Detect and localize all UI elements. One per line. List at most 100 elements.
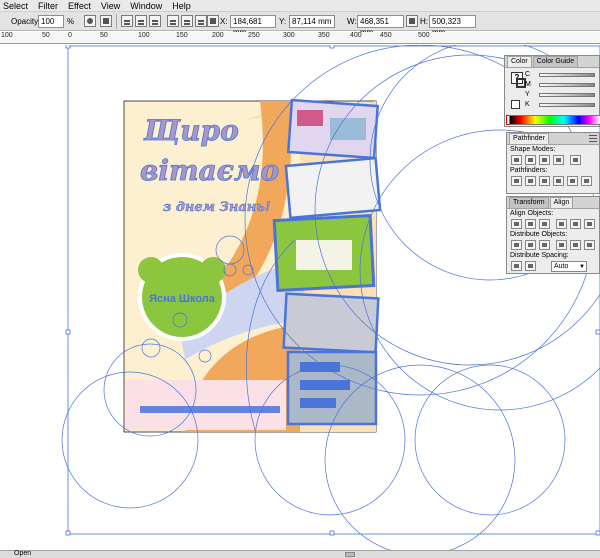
pathfinders-label: Pathfinders: [510, 167, 548, 174]
v-dist-top-icon[interactable] [511, 240, 522, 250]
default-colors-icon[interactable] [511, 100, 520, 109]
align-middle-icon[interactable] [181, 15, 193, 27]
handle-middle-left[interactable] [65, 329, 71, 335]
handle-top-center[interactable] [329, 45, 335, 49]
handle-top-left[interactable] [65, 45, 71, 49]
scrollbar-thumb[interactable] [345, 552, 355, 557]
x-label: X: [220, 17, 228, 26]
tab-pathfinder[interactable]: Pathfinder [509, 133, 549, 144]
h-label: H: [420, 17, 428, 26]
channel-y-slider[interactable] [539, 93, 595, 97]
v-dist-bottom-icon[interactable] [539, 240, 550, 250]
spacing-dropdown[interactable]: Auto ▼ [551, 260, 587, 272]
h-dist-center-icon[interactable] [570, 240, 581, 250]
v-align-bottom-icon[interactable] [584, 219, 595, 229]
tab-align[interactable]: Align [549, 197, 574, 208]
y-field[interactable]: 87,114 mm [289, 15, 335, 28]
x-field[interactable]: 184,681 mm [230, 15, 276, 37]
exclude-icon[interactable] [553, 155, 564, 165]
ruler-label: 150 [176, 32, 188, 39]
headline-line2[interactable]: вітаємо [140, 154, 280, 188]
merge-icon[interactable] [539, 176, 550, 186]
v-dist-space-icon[interactable] [511, 261, 522, 271]
v-dist-center-icon[interactable] [525, 240, 536, 250]
pathfinder-panel-tabs: Pathfinder [507, 133, 599, 145]
expand-icon[interactable] [570, 155, 581, 165]
h-align-right-icon[interactable] [539, 219, 550, 229]
outline-icon[interactable] [567, 176, 578, 186]
align-objects-row [507, 218, 599, 230]
h-align-center-icon[interactable] [525, 219, 536, 229]
h-field[interactable]: 500,323 mm [429, 15, 476, 37]
distribute-objects-row [507, 239, 599, 251]
channel-m-slider[interactable] [539, 83, 595, 87]
align-objects-label: Align Objects: [510, 210, 554, 217]
align-left-icon[interactable] [121, 15, 133, 27]
photo-3-detail [296, 240, 352, 270]
ruler-label: 300 [283, 32, 295, 39]
opacity-unit: % [67, 17, 75, 26]
headline-line1[interactable]: Щиро [143, 114, 240, 148]
align-top-icon[interactable] [167, 15, 179, 27]
photo-5-detail [300, 380, 350, 390]
color-panel: Color Color Guide ? C M Y K [504, 55, 600, 127]
tab-transform[interactable]: Transform [509, 197, 549, 208]
menu-window[interactable]: Window [125, 0, 167, 12]
h-dist-space-icon[interactable] [525, 261, 536, 271]
photo-5-detail [300, 398, 336, 408]
menu-view[interactable]: View [96, 0, 125, 12]
trim-icon[interactable] [525, 176, 536, 186]
recolor-icon[interactable] [84, 15, 96, 27]
h-dist-right-icon[interactable] [584, 240, 595, 250]
channel-k-slider[interactable] [539, 103, 595, 107]
constrain-proportions-icon[interactable] [406, 15, 418, 27]
ruler-label: 50 [100, 32, 108, 39]
v-align-top-icon[interactable] [556, 219, 567, 229]
h-dist-left-icon[interactable] [556, 240, 567, 250]
panel-menu-icon[interactable] [589, 135, 597, 142]
divide-icon[interactable] [511, 176, 522, 186]
handle-middle-right[interactable] [595, 329, 600, 335]
crop-icon[interactable] [553, 176, 564, 186]
channel-k-label: K [525, 101, 530, 108]
handle-bottom-left[interactable] [65, 530, 71, 536]
opacity-label: Opacity: [11, 17, 41, 26]
photo-stack[interactable] [272, 98, 382, 426]
badge-text: Ясна Школа [149, 293, 216, 305]
channel-m-label: M [525, 81, 531, 88]
headline-subline[interactable]: з днем Знань! [163, 200, 271, 216]
chevron-down-icon[interactable]: ▼ [579, 263, 585, 271]
minus-back-icon[interactable] [581, 176, 592, 186]
shape-modes-row [507, 154, 599, 166]
handle-bottom-center[interactable] [329, 530, 335, 536]
tab-color[interactable]: Color [507, 56, 532, 67]
w-field[interactable]: 468,351 mm [357, 15, 404, 37]
reference-point-icon[interactable] [207, 15, 219, 27]
menu-help[interactable]: Help [167, 0, 196, 12]
shape-modes-label: Shape Modes: [510, 146, 556, 153]
menu-effect[interactable]: Effect [63, 0, 96, 12]
v-align-center-icon[interactable] [570, 219, 581, 229]
align-bottom-icon[interactable] [195, 15, 207, 27]
menu-filter[interactable]: Filter [33, 0, 63, 12]
align-right-icon[interactable] [149, 15, 161, 27]
align-panel: Transform Align Align Objects: Distribut… [506, 196, 600, 274]
h-align-left-icon[interactable] [511, 219, 522, 229]
channel-c-slider[interactable] [539, 73, 595, 77]
distribute-spacing-row: Auto ▼ [507, 260, 599, 272]
unite-icon[interactable] [511, 155, 522, 165]
document-setup-icon[interactable] [100, 15, 112, 27]
menu-select[interactable]: Select [0, 0, 33, 12]
badge-ear-right [200, 257, 226, 283]
photo-2[interactable] [284, 156, 382, 220]
intersect-icon[interactable] [539, 155, 550, 165]
path-circle[interactable] [414, 364, 566, 516]
tab-color-guide[interactable]: Color Guide [532, 56, 579, 67]
opacity-input[interactable]: 100 [38, 15, 64, 28]
ruler-label: 0 [68, 32, 72, 39]
w-label: W: [347, 17, 357, 26]
minus-front-icon[interactable] [525, 155, 536, 165]
color-spectrum[interactable] [509, 115, 600, 125]
handle-bottom-right[interactable] [595, 530, 600, 536]
align-center-icon[interactable] [135, 15, 147, 27]
